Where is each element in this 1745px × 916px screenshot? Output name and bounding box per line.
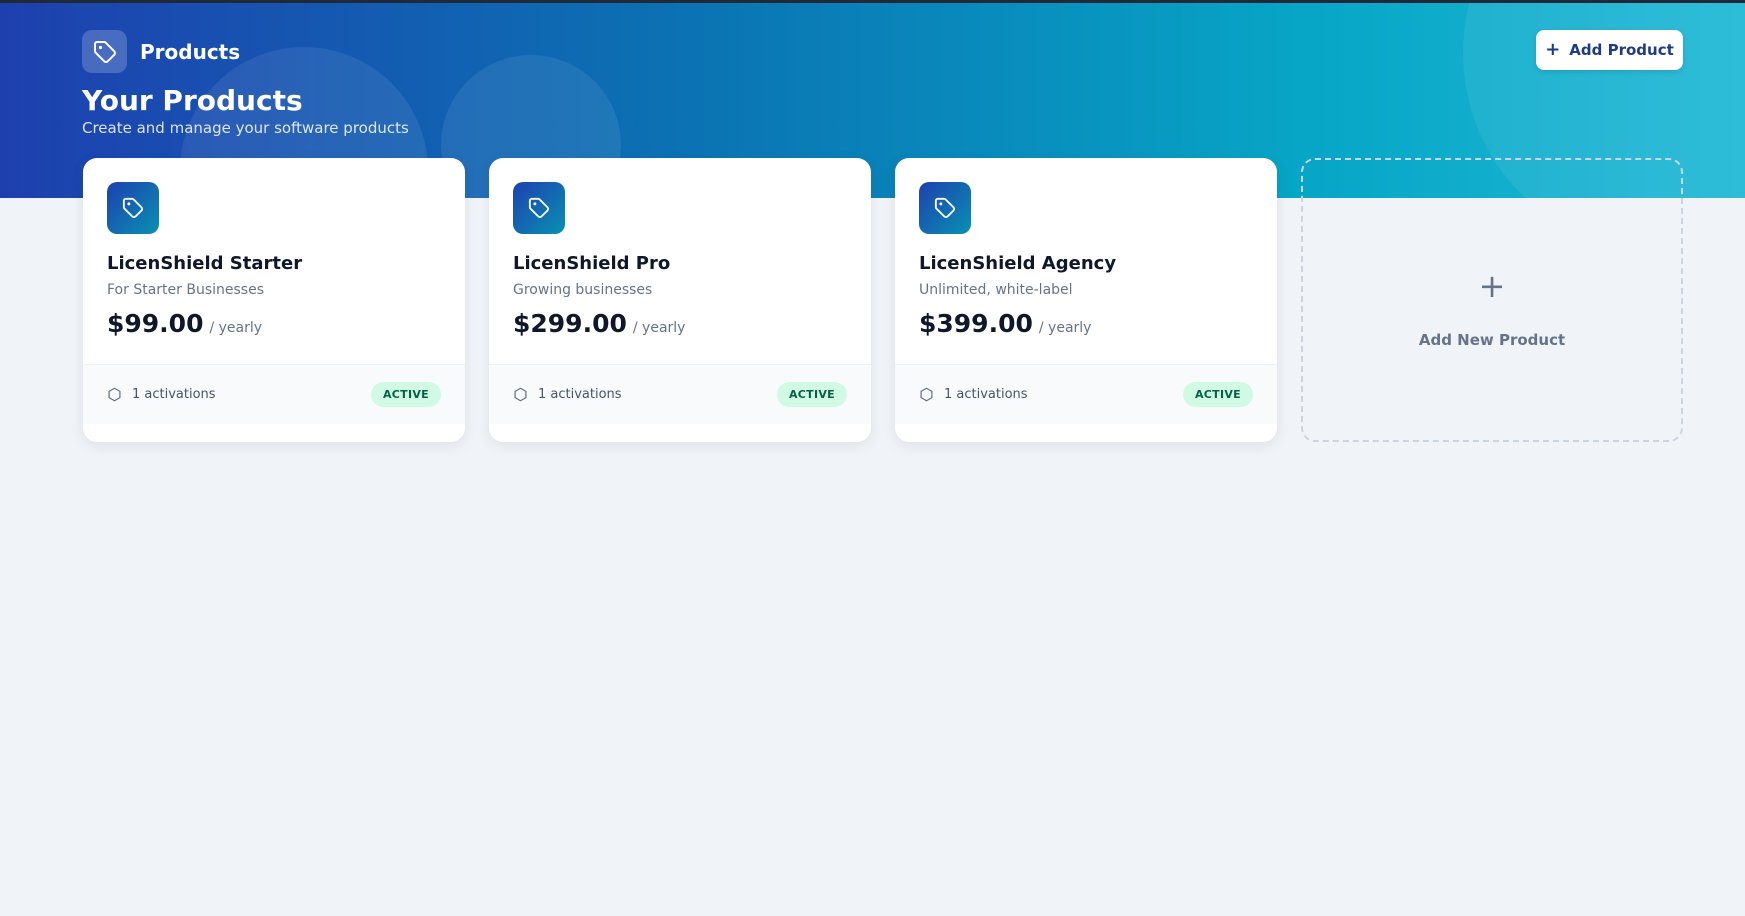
product-price-row: $399.00 / yearly: [919, 309, 1091, 338]
status-badge: ACTIVE: [776, 382, 847, 407]
activations-count: 1 activations: [513, 387, 622, 402]
hexagon-icon: [920, 387, 933, 402]
product-price: $299.00: [513, 309, 627, 338]
add-new-product-label: Add New Product: [1418, 331, 1566, 349]
product-billing-period: / yearly: [1038, 320, 1092, 336]
product-billing-period: / yearly: [209, 320, 263, 336]
product-name: LicenShield Pro: [513, 253, 671, 274]
hexagon-icon: [514, 387, 527, 402]
product-name: LicenShield Agency: [919, 253, 1117, 274]
hexagon-icon: [108, 387, 121, 402]
tag-icon: [82, 30, 127, 73]
add-product-button[interactable]: + Add Product: [1536, 30, 1683, 70]
add-product-label: Add Product: [1569, 41, 1674, 59]
product-name: LicenShield Starter: [107, 253, 303, 274]
product-price: $99.00: [107, 309, 204, 338]
product-card-footer: 1 activations ACTIVE: [895, 364, 1277, 424]
product-description: Growing businesses: [513, 282, 653, 298]
section-label: Products: [140, 39, 241, 64]
activations-count: 1 activations: [107, 387, 216, 402]
product-card-body: LicenShield Agency Unlimited, white-labe…: [895, 158, 1277, 364]
product-card-body: LicenShield Pro Growing businesses $299.…: [489, 158, 871, 364]
plus-icon: +: [1478, 267, 1506, 305]
tag-icon: [513, 182, 565, 234]
activations-label: 1 activations: [944, 387, 1028, 402]
product-price: $399.00: [919, 309, 1033, 338]
status-badge: ACTIVE: [1182, 382, 1253, 407]
page-title: Your Products: [82, 84, 303, 117]
product-description: Unlimited, white-label: [919, 282, 1073, 298]
plus-icon: +: [1545, 39, 1561, 60]
activations-count: 1 activations: [919, 387, 1028, 402]
product-description: For Starter Businesses: [107, 282, 264, 298]
product-price-row: $99.00 / yearly: [107, 309, 262, 338]
product-card-footer: 1 activations ACTIVE: [489, 364, 871, 424]
product-card-body: LicenShield Starter For Starter Business…: [83, 158, 465, 364]
product-card[interactable]: LicenShield Starter For Starter Business…: [83, 158, 465, 442]
add-new-product-card[interactable]: + Add New Product: [1301, 158, 1683, 442]
product-price-row: $299.00 / yearly: [513, 309, 685, 338]
section-brand: Products: [82, 30, 240, 73]
product-billing-period: / yearly: [632, 320, 686, 336]
status-badge: ACTIVE: [370, 382, 441, 407]
activations-label: 1 activations: [132, 387, 216, 402]
page-subtitle: Create and manage your software products: [82, 119, 409, 137]
product-card[interactable]: LicenShield Agency Unlimited, white-labe…: [895, 158, 1277, 442]
product-card[interactable]: LicenShield Pro Growing businesses $299.…: [489, 158, 871, 442]
product-card-footer: 1 activations ACTIVE: [83, 364, 465, 424]
tag-icon: [107, 182, 159, 234]
activations-label: 1 activations: [538, 387, 622, 402]
tag-icon: [919, 182, 971, 234]
